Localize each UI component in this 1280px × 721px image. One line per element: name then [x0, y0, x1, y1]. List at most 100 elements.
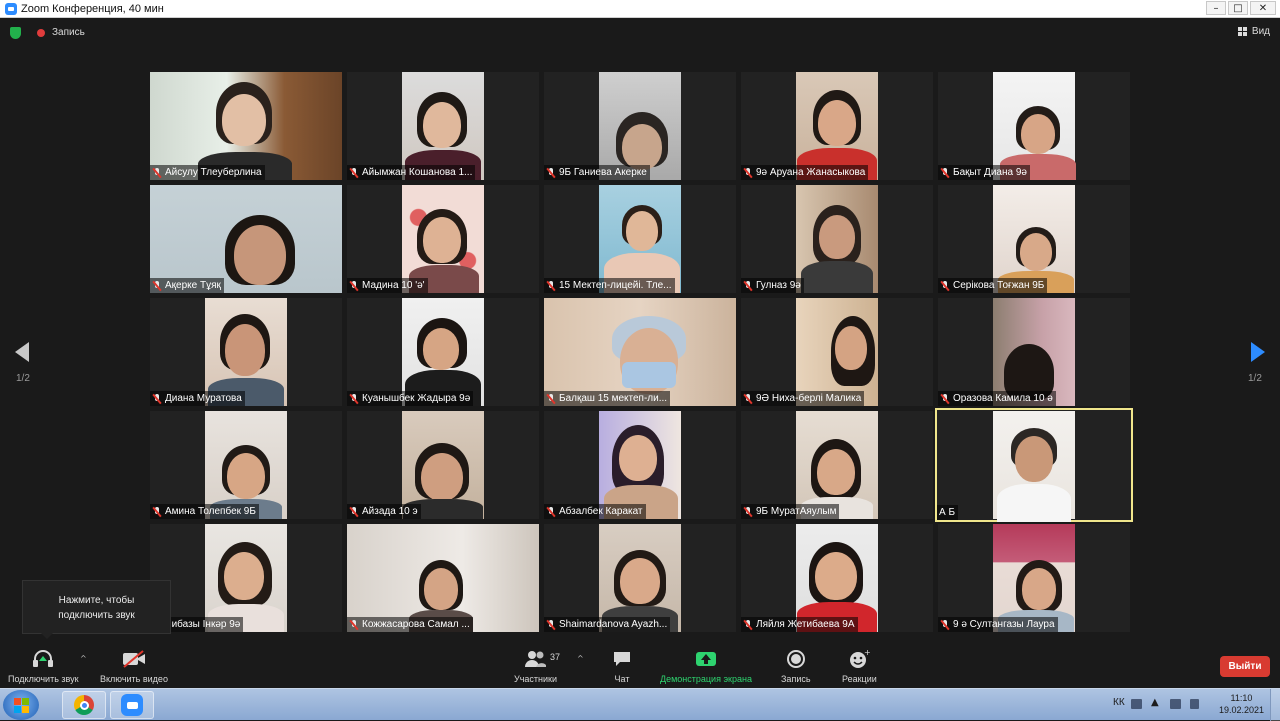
mic-muted-icon	[743, 393, 753, 404]
participant-tile[interactable]: Бибазы Інкәр 9ә	[150, 524, 342, 632]
participant-tile[interactable]: Ляйля Жетибаева 9А	[741, 524, 933, 632]
participant-tile[interactable]: Shaimardanova Ayazh...	[544, 524, 736, 632]
participant-name-bar: Гулназ 9ә	[741, 278, 804, 293]
participant-name: Абзалбек Каракат	[559, 506, 643, 517]
windows-start-icon[interactable]	[3, 690, 39, 720]
participant-tile[interactable]: 9Б Ганиева Акерке	[544, 72, 736, 180]
participant-tile[interactable]: 9Ә Ниха-берлі Малика	[741, 298, 933, 406]
mic-muted-icon	[546, 506, 556, 517]
record-button[interactable]: Запись	[781, 648, 811, 684]
participant-tile[interactable]: Айзада 10 э	[347, 411, 539, 519]
reactions-button[interactable]: + Реакции	[842, 648, 877, 684]
reactions-label: Реакции	[842, 674, 877, 684]
window-controls: – □ ✕	[1206, 1, 1276, 15]
participant-name: Ляйля Жетибаева 9А	[756, 619, 855, 630]
participant-name-bar: 15 Мектеп-лицейі. Тле...	[544, 278, 675, 293]
keyboard-icon[interactable]	[1131, 699, 1142, 709]
participant-tile[interactable]: 15 Мектеп-лицейі. Тле...	[544, 185, 736, 293]
language-indicator[interactable]: КК	[1113, 697, 1125, 708]
participant-tile[interactable]: Мадина 10 'ә'	[347, 185, 539, 293]
chat-button[interactable]: Чат	[612, 648, 632, 684]
mic-muted-icon	[349, 280, 359, 291]
next-page-arrow-icon[interactable]	[1251, 342, 1265, 362]
participant-tile[interactable]: Абзалбек Каракат	[544, 411, 736, 519]
participants-options-caret-icon[interactable]: ^	[577, 654, 584, 663]
participant-name: Куанышбек Жадыра 9ә	[362, 393, 471, 404]
mic-muted-icon	[743, 167, 753, 178]
chrome-taskbar-item[interactable]	[62, 691, 106, 719]
network-icon[interactable]	[1170, 699, 1181, 709]
participant-tile[interactable]: Диана Муратова	[150, 298, 342, 406]
participant-name-bar: 9 ә Султангазы Лаура	[938, 617, 1058, 632]
tray-overflow-icon[interactable]: ▲	[1151, 697, 1159, 708]
participant-name: Айзада 10 э	[362, 506, 418, 517]
participant-name-bar: Балқаш 15 мектеп-ли...	[544, 391, 671, 406]
share-screen-label: Демонстрация экрана	[660, 674, 752, 684]
clock-date: 19.02.2021	[1218, 705, 1264, 715]
participant-name-bar: Диана Муратова	[150, 391, 245, 406]
zoom-taskbar-item[interactable]	[110, 691, 154, 719]
start-video-label: Включить видео	[100, 674, 168, 684]
window-title: Zoom Конференция, 40 мин	[21, 2, 164, 15]
participant-name-bar: Кожжасарова Самал ...	[347, 617, 473, 632]
participant-tile[interactable]: Амина Толепбек 9Б	[150, 411, 342, 519]
minimize-button[interactable]: –	[1206, 1, 1226, 15]
participant-name: Айымжан Кошанова 1...	[362, 167, 473, 178]
participant-tile[interactable]: Серікова Тоғжан 9Б	[938, 185, 1130, 293]
participant-name: Балқаш 15 мектеп-ли...	[559, 393, 668, 404]
participant-name: Серікова Тоғжан 9Б	[953, 280, 1045, 291]
participant-name: Оразова Камила 10 ә	[953, 393, 1053, 404]
active-speaker-tile[interactable]: А Б	[935, 408, 1133, 522]
join-audio-button[interactable]: Подключить звук	[8, 648, 79, 684]
show-desktop-button[interactable]	[1270, 689, 1280, 721]
previous-page-arrow-icon[interactable]	[15, 342, 29, 362]
leave-meeting-button[interactable]: Выйти	[1220, 656, 1270, 677]
system-clock[interactable]: 11:10 19.02.2021	[1219, 692, 1264, 716]
tooltip-line-2: подключить звук	[58, 610, 135, 621]
participant-tile[interactable]: Куанышбек Жадыра 9ә	[347, 298, 539, 406]
close-button[interactable]: ✕	[1250, 1, 1276, 15]
recording-label[interactable]: Запись	[52, 27, 85, 38]
mic-muted-icon	[152, 506, 162, 517]
participant-tile[interactable]: Айымжан Кошанова 1...	[347, 72, 539, 180]
volume-icon[interactable]	[1190, 699, 1199, 709]
page-indicator-left: 1/2	[16, 373, 30, 384]
participant-tile[interactable]: Оразова Камила 10 ә	[938, 298, 1130, 406]
share-screen-button[interactable]: Демонстрация экрана	[660, 648, 752, 684]
participant-tile[interactable]: Бақыт Диана 9ә	[938, 72, 1130, 180]
mic-muted-icon	[546, 280, 556, 291]
participant-tile[interactable]: Ақерке Тұяқ	[150, 185, 342, 293]
start-video-button[interactable]: Включить видео	[100, 648, 168, 684]
zoom-icon	[121, 694, 143, 716]
view-button[interactable]: Вид	[1237, 26, 1270, 37]
participant-tile[interactable]: Балқаш 15 мектеп-ли...	[544, 298, 736, 406]
participant-name-bar: Оразова Камила 10 ә	[938, 391, 1056, 406]
chrome-icon	[74, 695, 94, 715]
participant-name: Мадина 10 'ә'	[362, 280, 425, 291]
audio-options-caret-icon[interactable]: ^	[80, 654, 87, 663]
video-off-icon	[122, 648, 146, 670]
participant-name-bar: 9Ә Ниха-берлі Малика	[741, 391, 865, 406]
participant-tile[interactable]: 9 ә Султангазы Лаура	[938, 524, 1130, 632]
participant-tile[interactable]: Гулназ 9ә	[741, 185, 933, 293]
participant-tile[interactable]: 9Б МуратАяулым	[741, 411, 933, 519]
participant-name: Бибазы Інкәр 9ә	[165, 619, 241, 630]
participant-name-bar: Ляйля Жетибаева 9А	[741, 617, 858, 632]
record-label: Запись	[781, 674, 811, 684]
security-shield-icon[interactable]	[10, 27, 21, 39]
maximize-button[interactable]: □	[1228, 1, 1248, 15]
mic-muted-icon	[940, 280, 950, 291]
participant-tile[interactable]: 9ә Аруана Жанасыкова	[741, 72, 933, 180]
mic-muted-icon	[546, 393, 556, 404]
zoom-app-icon	[5, 2, 17, 15]
participant-name-bar: 9Б МуратАяулым	[741, 504, 840, 519]
participant-name-bar: Куанышбек Жадыра 9ә	[347, 391, 474, 406]
participant-tile[interactable]: Кожжасарова Самал ...	[347, 524, 539, 632]
join-audio-label: Подключить звук	[8, 674, 79, 684]
mic-muted-icon	[349, 393, 359, 404]
participant-tile[interactable]: Айсулу Тлеуберлина	[150, 72, 342, 180]
participant-name: Айсулу Тлеуберлина	[165, 167, 262, 178]
svg-text:+: +	[864, 649, 870, 657]
windows-taskbar: КК ▲ 11:10 19.02.2021	[0, 688, 1280, 721]
mic-muted-icon	[940, 393, 950, 404]
